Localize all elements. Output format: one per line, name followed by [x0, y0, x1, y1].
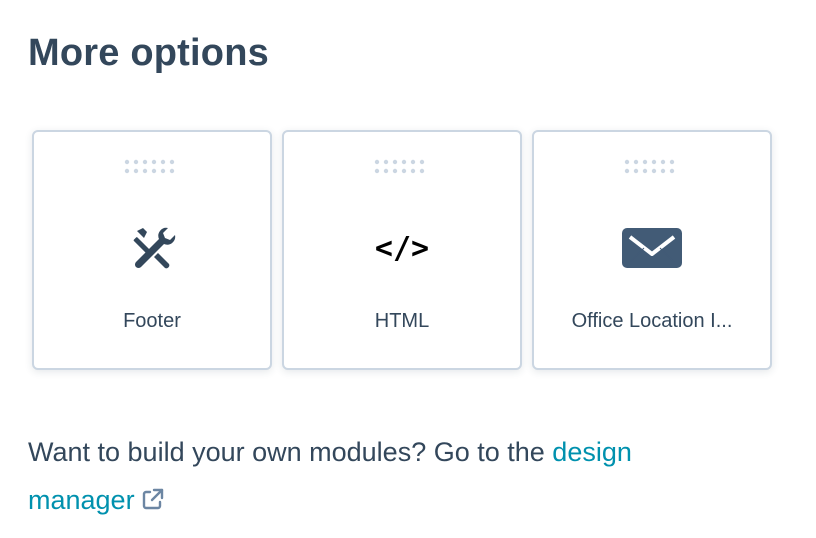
- link-label-part2: manager: [28, 485, 135, 515]
- module-card-footer[interactable]: Footer: [32, 130, 272, 370]
- module-card-label: HTML: [374, 310, 430, 332]
- module-card-html[interactable]: </> HTML: [282, 130, 522, 370]
- help-text-prefix: Want to build your own modules? Go to th…: [28, 437, 553, 467]
- module-card-label: Footer: [123, 310, 181, 332]
- drag-handle-icon[interactable]: [124, 158, 180, 176]
- module-card-label: Office Location I...: [571, 310, 733, 332]
- link-label-part1: design: [552, 437, 632, 467]
- section-title: More options: [28, 32, 269, 74]
- module-cards: Footer </> HTML Office Location I...: [32, 130, 772, 370]
- drag-handle-icon[interactable]: [374, 158, 430, 176]
- tools-icon: [120, 220, 184, 276]
- module-card-office-location[interactable]: Office Location I...: [532, 130, 772, 370]
- drag-handle-icon[interactable]: [624, 158, 680, 176]
- envelope-icon: [620, 220, 684, 276]
- code-icon: </>: [370, 220, 434, 276]
- help-text: Want to build your own modules? Go to th…: [28, 428, 768, 524]
- code-glyph: </>: [374, 230, 430, 266]
- external-link-icon: [142, 488, 163, 510]
